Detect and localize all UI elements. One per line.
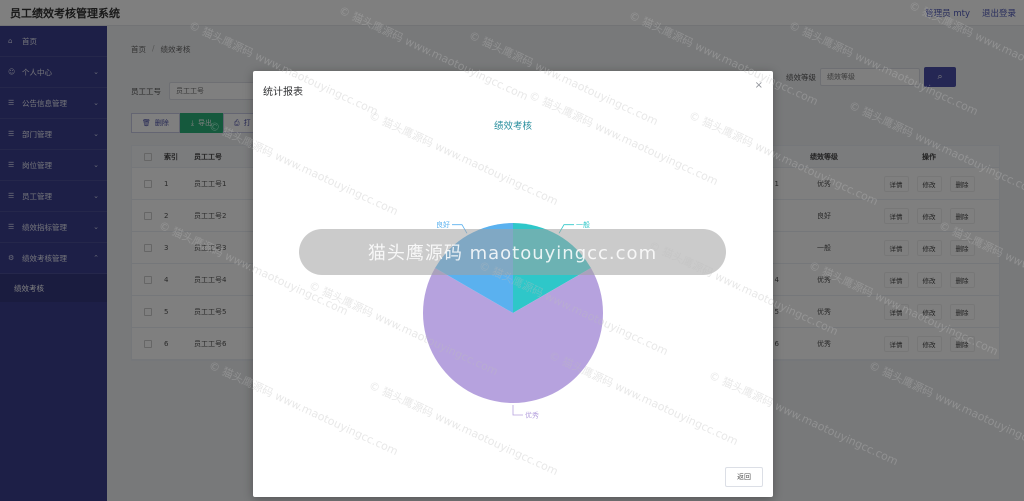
pie-label-2: 良好	[436, 220, 450, 229]
pie-label-1: 优秀	[525, 411, 539, 420]
watermark-banner: 猫头鹰源码 maotouyingcc.com	[299, 229, 726, 275]
pie-label-0: 一般	[576, 220, 590, 229]
stats-report-modal: 统计报表 × 绩效考核 一般 优秀 良好 返回	[253, 71, 773, 497]
return-button[interactable]: 返回	[725, 467, 763, 487]
pie-chart: 一般优秀 良好	[422, 220, 603, 420]
pie-label-line-1	[512, 405, 523, 416]
